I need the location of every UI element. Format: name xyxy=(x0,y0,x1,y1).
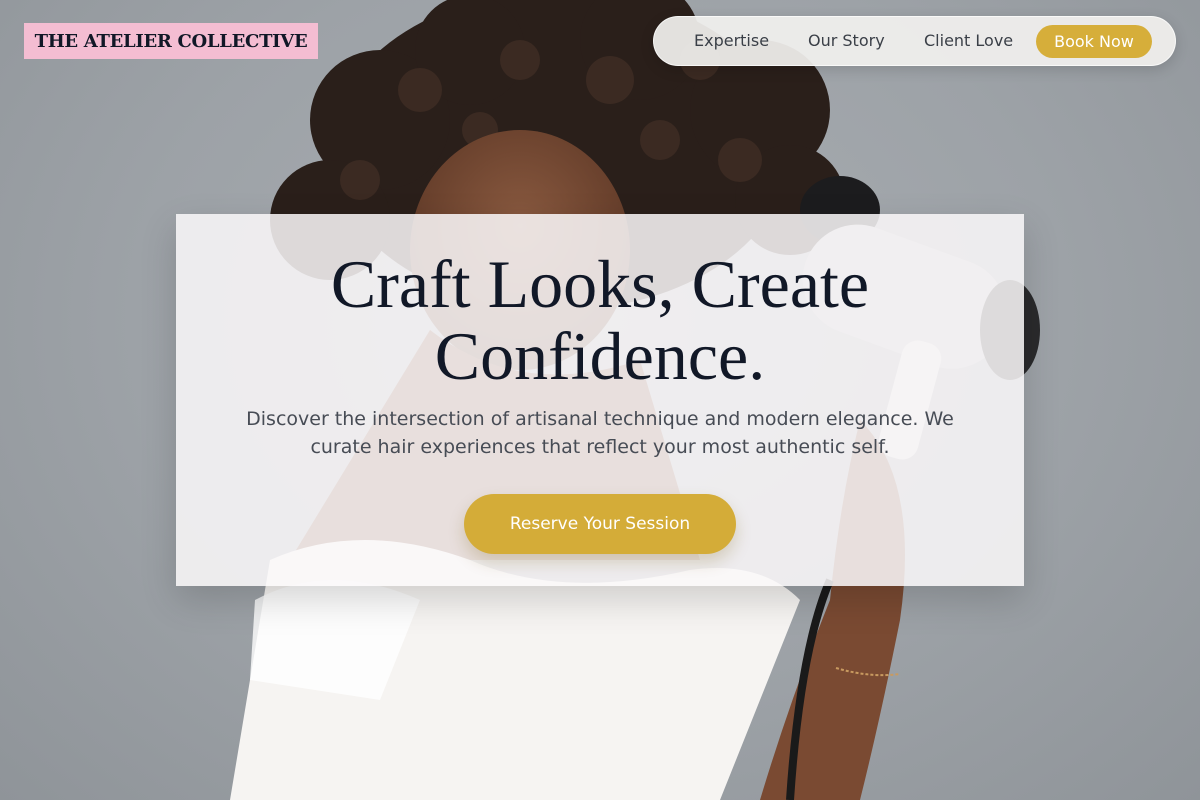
hero-subtext: Discover the intersection of artisanal t… xyxy=(220,405,980,461)
main-navigation: Expertise Our Story Client Love Book Now xyxy=(653,16,1176,66)
nav-link-our-story[interactable]: Our Story xyxy=(808,30,885,52)
hero-headline: Craft Looks, Create Confidence. xyxy=(176,248,1024,392)
hero-card: Craft Looks, Create Confidence. Discover… xyxy=(176,214,1024,586)
brand-logo[interactable]: THE ATELIER COLLECTIVE xyxy=(24,23,318,59)
nav-link-client-love[interactable]: Client Love xyxy=(924,30,1013,52)
hero-subtext-line-2: curate hair experiences that reflect you… xyxy=(310,436,890,458)
hero-subtext-line-1: Discover the intersection of artisanal t… xyxy=(246,408,954,430)
reserve-session-button[interactable]: Reserve Your Session xyxy=(464,494,736,554)
nav-link-expertise[interactable]: Expertise xyxy=(694,30,769,52)
book-now-button[interactable]: Book Now xyxy=(1036,25,1152,58)
brand-name: THE ATELIER COLLECTIVE xyxy=(34,30,308,52)
hero-headline-line-1: Craft Looks, Create xyxy=(330,246,870,322)
hero-headline-line-2: Confidence. xyxy=(434,318,766,394)
book-now-label: Book Now xyxy=(1054,32,1134,51)
reserve-session-label: Reserve Your Session xyxy=(509,514,691,534)
